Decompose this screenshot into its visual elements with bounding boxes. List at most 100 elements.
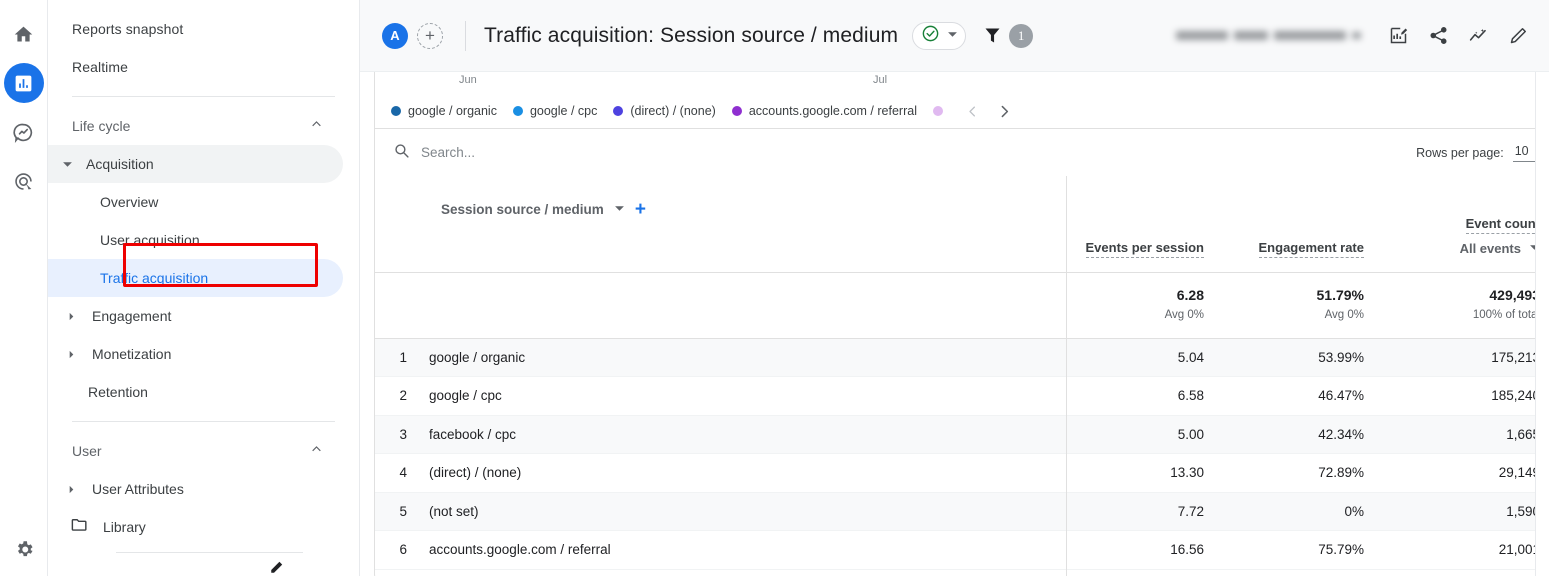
chart-x-tick: Jul <box>873 74 888 86</box>
insights-icon[interactable] <box>1461 19 1495 53</box>
legend-item[interactable]: google / organic <box>391 104 497 118</box>
sidebar-group-user-attributes[interactable]: User Attributes <box>48 470 343 508</box>
header-metric-events-per-session: Events per session <box>1066 176 1226 272</box>
sidebar-group-acquisition[interactable]: Acquisition <box>48 145 343 183</box>
legend-dot <box>731 106 742 116</box>
dimension-selector[interactable]: Session source / medium + <box>441 200 1066 219</box>
legend-label: accounts.google.com / referral <box>748 104 917 118</box>
sidebar-item-reports-snapshot[interactable]: Reports snapshot <box>48 10 343 48</box>
report-card: Jun Jul google / organic google / cpc (d… <box>374 72 1549 576</box>
metric-title[interactable]: Engagement rate <box>1258 240 1364 258</box>
row-cell: 1,665 <box>1386 415 1549 454</box>
row-cell: 29,149 <box>1386 453 1549 493</box>
report-status-chip[interactable] <box>912 21 967 50</box>
sidebar-section-life-cycle[interactable]: Life cycle <box>48 107 343 145</box>
header-divider <box>465 20 466 51</box>
summary-cell: 51.79% Avg 0% <box>1226 271 1386 339</box>
metric-sub-label: All events <box>1459 240 1521 256</box>
metric-title[interactable]: Event count <box>1465 216 1540 234</box>
legend-label: google / cpc <box>529 104 598 118</box>
caret-right-icon <box>62 485 80 494</box>
legend-pagination <box>965 103 1013 120</box>
rail-item-reports[interactable] <box>3 63 44 103</box>
rail-item-advertising[interactable] <box>4 161 44 201</box>
chevron-down-icon[interactable] <box>614 201 625 219</box>
row-dimension[interactable]: (not set) <box>421 504 479 519</box>
sidebar-group-engagement[interactable]: Engagement <box>48 297 343 335</box>
summary-cell: 429,493 100% of total <box>1386 271 1549 339</box>
metric-title[interactable]: Events per session <box>1085 240 1204 258</box>
metric-sub-selector[interactable]: All events <box>1460 241 1540 256</box>
date-range-selector[interactable] <box>1176 31 1361 40</box>
sidebar-group-label: User Attributes <box>92 481 184 497</box>
sidebar-item-label: Traffic acquisition <box>100 270 209 286</box>
row-cell: 75.79% <box>1226 530 1386 570</box>
info-count-badge[interactable]: 1 <box>1009 23 1034 48</box>
summary-value: 51.79% <box>1316 286 1364 303</box>
table-row[interactable]: 1 google / organic 5.04 53.99% 175,213 4… <box>375 338 1549 377</box>
sidebar-section-label: Life cycle <box>72 118 131 134</box>
sidebar-item-overview[interactable]: Overview <box>48 183 343 221</box>
sidebar-item-label: Library <box>103 519 146 535</box>
row-dimension[interactable]: google / cpc <box>421 388 502 403</box>
plus-icon[interactable]: + <box>635 200 646 219</box>
legend-item[interactable]: (direct) / (none) <box>613 104 716 118</box>
chart-axis: Jun Jul <box>375 72 1549 90</box>
row-cell: 16.56 <box>1066 530 1226 570</box>
sidebar-item-user-acquisition[interactable]: User acquisition <box>48 221 343 259</box>
row-cell: 185,240 <box>1386 376 1549 416</box>
row-dimension-cell: 5 (not set) <box>375 492 1066 531</box>
filter-funnel-icon[interactable] <box>982 25 1003 46</box>
row-cell: 6.58 <box>1066 376 1226 416</box>
icon-rail <box>0 0 48 576</box>
table-row[interactable]: 2 google / cpc 6.58 46.47% 185,240 15.00… <box>375 376 1549 416</box>
account-avatar[interactable]: A <box>382 22 408 49</box>
legend-item[interactable]: accounts.google.com / referral <box>731 104 917 118</box>
table-row[interactable]: 3 facebook / cpc 5.00 42.34% 1,665 0.00 … <box>375 415 1549 454</box>
legend-label: google / organic <box>408 104 497 118</box>
sidebar-item-realtime[interactable]: Realtime <box>48 48 343 86</box>
legend-item-partial[interactable] <box>932 106 943 116</box>
sidebar-group-label: Acquisition <box>86 156 154 172</box>
row-dimension[interactable]: google / organic <box>421 350 525 365</box>
pencil-icon[interactable] <box>1501 19 1535 53</box>
legend-dot <box>932 106 943 116</box>
content-right-gutter <box>1535 72 1549 576</box>
check-circle-icon <box>921 24 940 48</box>
search-icon <box>393 142 410 164</box>
row-index: 5 <box>399 503 407 519</box>
edit-chart-icon[interactable] <box>1381 19 1415 53</box>
summary-dimension-cell <box>375 271 1066 339</box>
search-input[interactable] <box>421 145 681 160</box>
share-icon[interactable] <box>1421 19 1455 53</box>
rail-item-explore[interactable] <box>4 112 44 152</box>
sidebar-group-monetization[interactable]: Monetization <box>48 335 343 373</box>
legend-label: (direct) / (none) <box>630 104 716 118</box>
gear-icon <box>14 539 35 565</box>
row-index: 3 <box>399 426 407 442</box>
sidebar-section-user[interactable]: User <box>48 432 343 470</box>
rail-item-home[interactable] <box>4 14 44 54</box>
add-comparison-button[interactable]: + <box>417 22 443 49</box>
sidebar-section-label: User <box>72 443 102 459</box>
legend-next-button[interactable] <box>996 103 1013 120</box>
row-cell: 175,213 <box>1386 338 1549 377</box>
sidebar-item-library[interactable]: Library <box>48 508 343 546</box>
legend-item[interactable]: google / cpc <box>512 104 598 118</box>
row-dimension[interactable]: facebook / cpc <box>421 427 516 442</box>
table-row[interactable]: 5 (not set) 7.72 0% 1,590 10.00 $0.00 <box>375 492 1549 531</box>
advertising-icon <box>13 171 34 192</box>
row-dimension[interactable]: accounts.google.com / referral <box>421 542 611 557</box>
legend-prev-button[interactable] <box>965 104 980 119</box>
row-cell: 5.00 <box>1066 415 1226 454</box>
table-search[interactable] <box>393 142 1416 164</box>
sidebar-item-traffic-acquisition[interactable]: Traffic acquisition <box>48 259 343 297</box>
rail-item-settings[interactable] <box>4 532 44 572</box>
sidebar-item-retention[interactable]: Retention <box>48 373 343 411</box>
date-range-text-2 <box>1234 31 1268 40</box>
row-dimension[interactable]: (direct) / (none) <box>421 465 521 480</box>
sidebar-divider-1 <box>72 96 335 97</box>
rows-per-page-label: Rows per page: <box>1416 145 1504 160</box>
table-row[interactable]: 4 (direct) / (none) 13.30 72.89% 29,149 … <box>375 453 1549 493</box>
table-row[interactable]: 6 accounts.google.com / referral 16.56 7… <box>375 530 1549 570</box>
